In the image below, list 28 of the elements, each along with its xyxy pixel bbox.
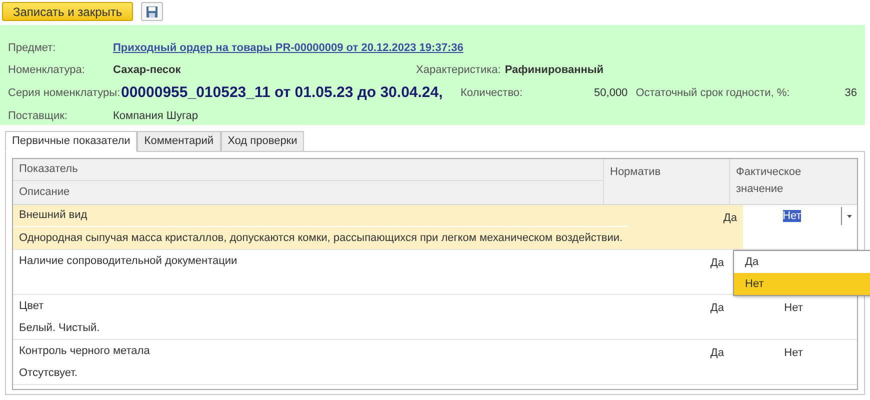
field-value: 50,000 (593, 86, 628, 101)
column-header: Норматив (604, 159, 730, 204)
field-value: 00000955_010523_11 от 01.05.23 до 30.04.24, (121, 82, 443, 103)
column-header: Описание (18, 185, 71, 200)
table-cell: Внешний вид (13, 205, 629, 227)
table-cell: Да (628, 205, 743, 249)
field-value: Рафинированный (504, 63, 604, 78)
field-label: Характеристика: (416, 63, 501, 78)
field-label: Номенклатура: (8, 63, 86, 78)
field-label: Поставщик: (8, 108, 68, 124)
column-header: Фактическое значение (735, 165, 802, 196)
table-cell-text: Наличие сопроводительной документации (18, 254, 238, 269)
field-label: Количество: (460, 86, 524, 101)
table-cell-text: Отсутсвует. (18, 366, 78, 381)
field-label: Предмет: (8, 40, 57, 56)
table-cell-text: Цвет (18, 298, 45, 314)
table-cell-text: Нет (783, 346, 804, 361)
field-label: Серия номенклатуры: (8, 86, 121, 101)
selected-text: Нет (782, 208, 802, 224)
field-value: Компания Шугар (113, 108, 198, 124)
field-value: Сахар-песок (113, 63, 181, 78)
field-value: 36 (844, 86, 857, 101)
table-cell-text: Белый. Чистый. (18, 320, 101, 336)
table-cell-text: Нет (783, 301, 804, 316)
table-cell-text: Однородная сыпучая масса кристаллов, допускаются комки, рассыпающихся при легком механическом воздействии. (18, 230, 624, 246)
table-cell-text: Контроль черного метала (18, 344, 151, 359)
field-label: Остаточный срок годности, %: (636, 86, 791, 101)
column-header: Показатель (13, 159, 603, 181)
